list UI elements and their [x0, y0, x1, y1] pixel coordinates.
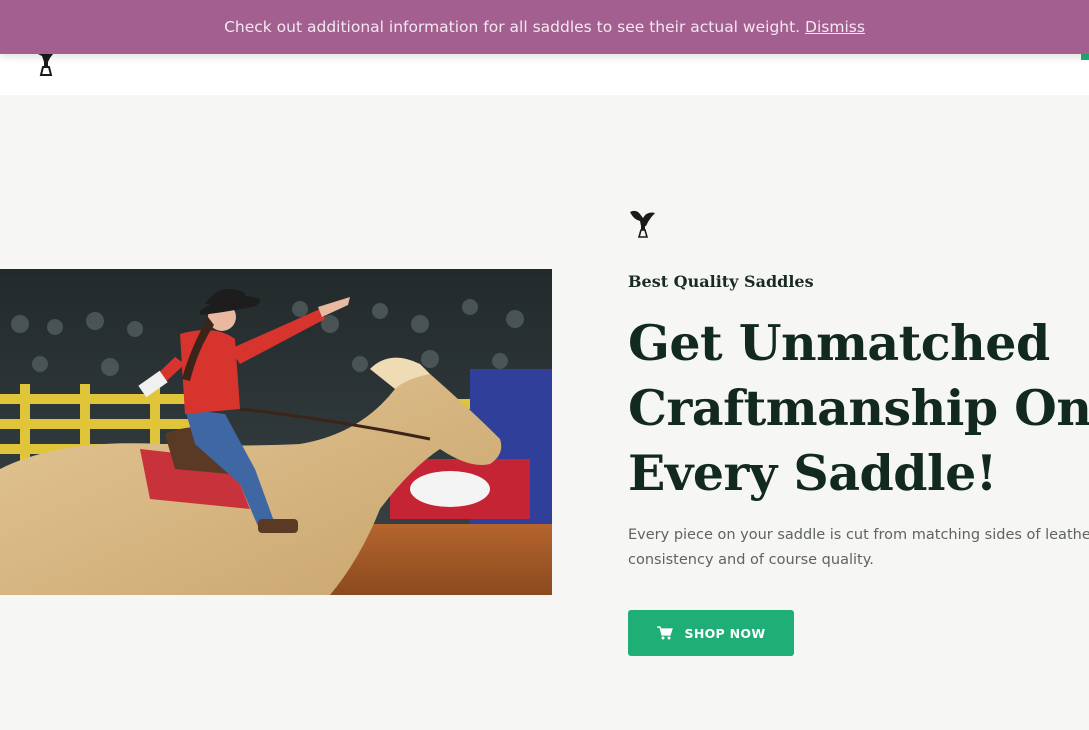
shop-now-label: SHOP NOW	[684, 625, 766, 641]
cart-icon	[656, 626, 673, 640]
headline-line-1: Get Unmatched	[628, 314, 1050, 372]
hero-description: Every piece on your saddle is cut from m…	[628, 523, 1089, 575]
store-notice: Check out additional information for all…	[0, 0, 1089, 54]
hero-section: Best Quality Saddles Get Unmatched Craft…	[0, 95, 1089, 730]
dismiss-link[interactable]: Dismiss	[805, 18, 865, 36]
hero-headline: Get Unmatched Craftmanship On Every Sadd…	[628, 311, 1089, 506]
header-accent	[1081, 54, 1089, 60]
notice-message: Check out additional information for all…	[224, 18, 801, 36]
hero-eyebrow: Best Quality Saddles	[628, 272, 814, 291]
headline-line-3: Every Saddle!	[628, 444, 997, 502]
hero-image-rodeo-rider	[0, 269, 552, 595]
saddle-icon	[630, 210, 655, 238]
description-line-1: Every piece on your saddle is cut from m…	[628, 527, 1089, 543]
shop-now-button[interactable]: SHOP NOW	[628, 610, 794, 656]
description-line-2: consistency and of course quality.	[628, 552, 874, 568]
headline-line-2: Craftmanship On	[628, 379, 1089, 437]
